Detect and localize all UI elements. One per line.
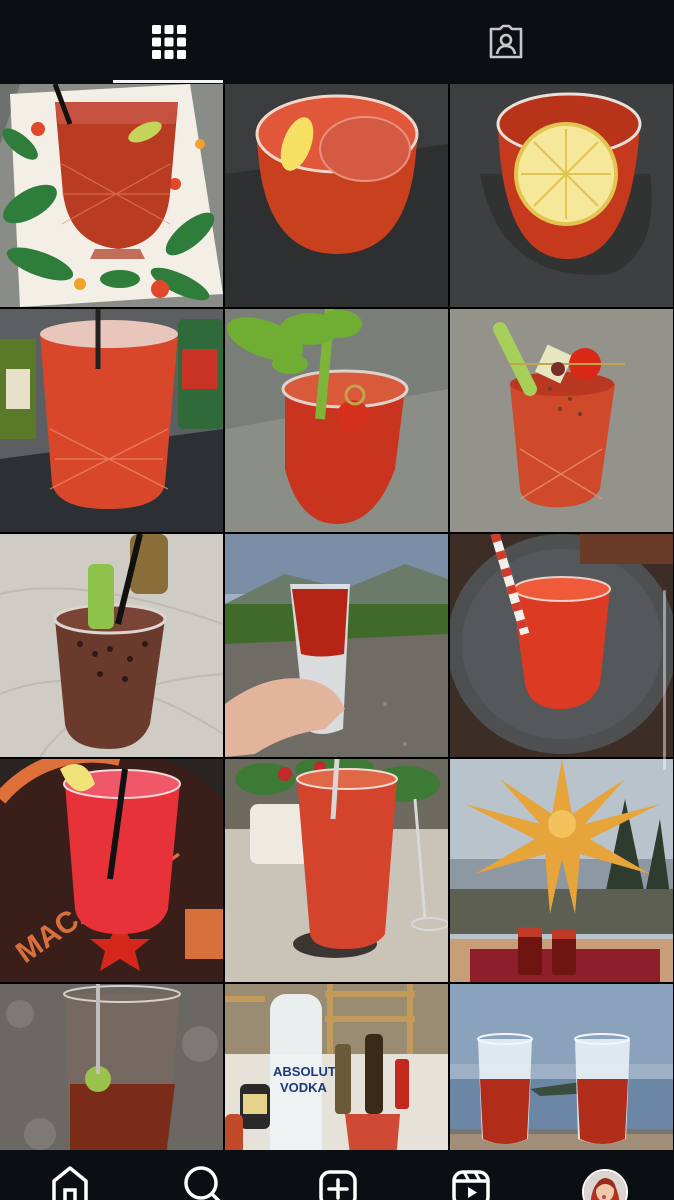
- post-image: [0, 984, 223, 1150]
- post-thumbnail[interactable]: [450, 759, 673, 982]
- reels-icon: [452, 1170, 490, 1200]
- profile-tab-bar: [0, 0, 674, 84]
- post-image: [0, 534, 223, 757]
- bottom-navigation: [0, 1150, 674, 1200]
- post-image: [225, 84, 448, 307]
- post-thumbnail[interactable]: [225, 534, 448, 757]
- post-image: [0, 309, 223, 532]
- post-image: [225, 759, 448, 982]
- post-image: [225, 534, 448, 757]
- post-image: [225, 309, 448, 532]
- new-post-icon: [319, 1170, 357, 1200]
- post-thumbnail[interactable]: [0, 309, 223, 532]
- scroll-indicator[interactable]: [663, 590, 666, 770]
- home-icon: [52, 1166, 88, 1200]
- post-image: MACARDELL: [0, 759, 223, 982]
- post-thumbnail[interactable]: [0, 84, 223, 307]
- nav-search-button[interactable]: [180, 1164, 224, 1200]
- post-image: [450, 84, 673, 307]
- nav-reels-button[interactable]: [449, 1164, 493, 1200]
- nav-home-button[interactable]: [48, 1164, 92, 1200]
- tab-posts-grid[interactable]: [0, 0, 337, 84]
- post-thumbnail[interactable]: [450, 534, 673, 757]
- post-thumbnail[interactable]: ABSOLUT VODKA: [225, 984, 448, 1150]
- tab-tagged[interactable]: [337, 0, 674, 84]
- post-thumbnail[interactable]: [450, 984, 673, 1150]
- photo-vodka-type: VODKA: [280, 1080, 328, 1095]
- posts-grid: MACARDELL: [0, 84, 674, 1150]
- post-thumbnail[interactable]: [225, 759, 448, 982]
- post-image: ABSOLUT VODKA: [225, 984, 448, 1150]
- tagged-person-icon: [489, 24, 522, 59]
- post-thumbnail[interactable]: [225, 84, 448, 307]
- search-icon: [184, 1166, 221, 1200]
- post-thumbnail[interactable]: [0, 534, 223, 757]
- active-tab-indicator: [113, 80, 223, 83]
- grid-icon: [151, 25, 186, 59]
- post-image: [450, 309, 673, 532]
- profile-avatar-image: [584, 1171, 626, 1200]
- post-image: [450, 759, 673, 982]
- nav-new-post-button[interactable]: [316, 1164, 360, 1200]
- post-thumbnail[interactable]: [450, 84, 673, 307]
- post-image: [450, 984, 673, 1150]
- post-thumbnail[interactable]: [450, 309, 673, 532]
- post-image: [0, 84, 223, 307]
- photo-vodka-brand: ABSOLUT: [273, 1064, 336, 1079]
- post-thumbnail[interactable]: [225, 309, 448, 532]
- post-thumbnail[interactable]: MACARDELL: [0, 759, 223, 982]
- post-image: [450, 534, 673, 757]
- post-thumbnail[interactable]: [0, 984, 223, 1150]
